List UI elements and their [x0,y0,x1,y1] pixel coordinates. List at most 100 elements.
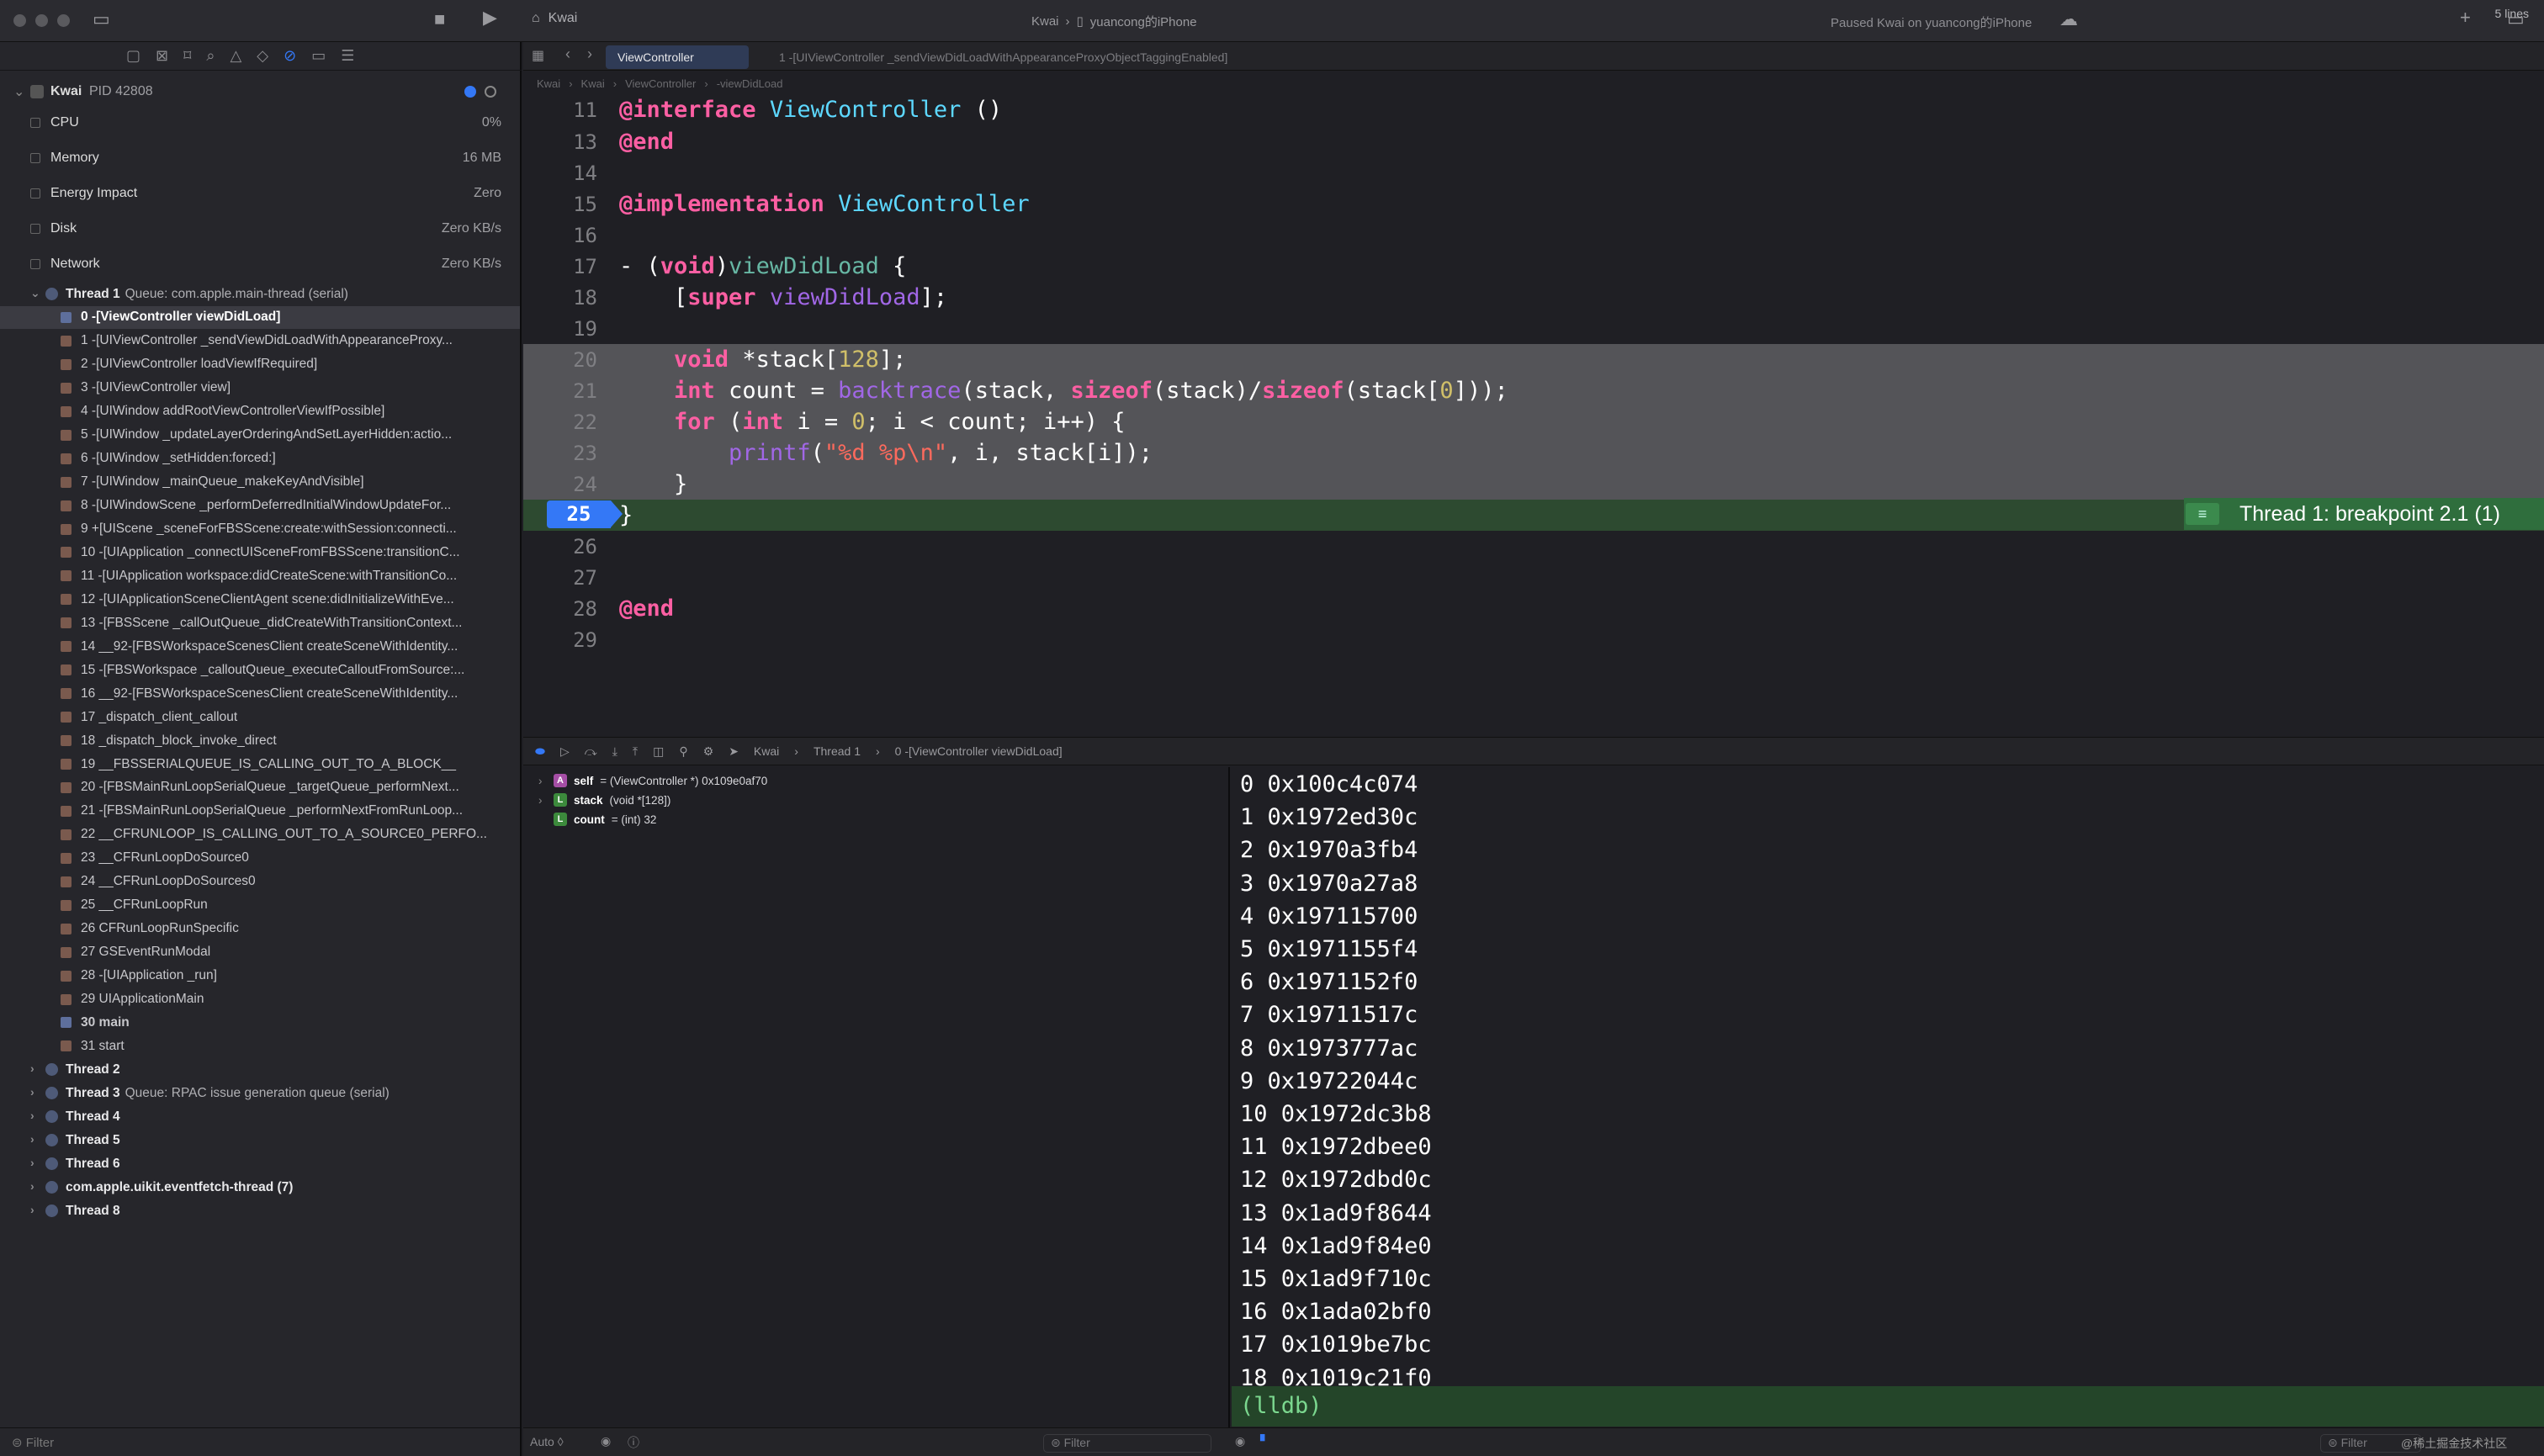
forward-icon[interactable]: › [587,45,592,63]
debug-crumb[interactable]: Thread 1 [814,744,861,758]
debug-crumb[interactable]: 0 -[ViewController viewDidLoad] [895,744,1063,758]
variable-row[interactable]: › Aself = (ViewController *) 0x109e0af70 [538,771,767,790]
navigator-filter[interactable]: ⊜ Filter [0,1427,520,1456]
stack-frame[interactable]: 19 __FBSSERIALQUEUE_IS_CALLING_OUT_TO_A_… [0,753,520,776]
stack-frame[interactable]: 29 UIApplicationMain [0,988,520,1011]
chevron-right-icon[interactable]: › [30,1179,34,1193]
zoom-window-button[interactable] [57,14,70,27]
stack-frame[interactable]: 17 _dispatch_client_callout [0,706,520,728]
stack-frame[interactable]: 20 -[FBSMainRunLoopSerialQueue _targetQu… [0,776,520,799]
variables-view[interactable] [523,767,1230,1427]
debug-icon[interactable]: ⊘ [284,47,296,65]
source-control-icon[interactable]: ⊠ [156,47,168,65]
chevron-right-icon[interactable]: › [538,775,547,787]
stack-frame[interactable]: 13 -[FBSScene _callOutQueue_didCreateWit… [0,612,520,634]
thread-row[interactable]: › Thread 8 [0,1199,520,1222]
gauge-memory[interactable]: Memory 16 MB [0,141,520,175]
trash-icon[interactable]: ▘ [1260,1434,1269,1448]
stop-icon[interactable]: ■ [434,8,445,30]
stack-frame[interactable]: 10 -[UIApplication _connectUISceneFromFB… [0,541,520,564]
tab-frame-1[interactable]: 1 -[UIViewController _sendViewDidLoadWit… [767,45,1239,69]
minimize-window-button[interactable] [35,14,48,27]
report-icon[interactable]: ☰ [341,47,354,65]
stack-frame[interactable]: 22 __CFRUNLOOP_IS_CALLING_OUT_TO_A_SOURC… [0,823,520,846]
gauge-disk[interactable]: Disk Zero KB/s [0,212,520,246]
step-over-icon[interactable]: ⤼ [585,744,597,759]
variables-filter[interactable]: ⊜ Filter [1043,1434,1211,1453]
thread-row[interactable]: › Thread 5 [0,1129,520,1152]
stack-frame[interactable]: 12 -[UIApplicationSceneClientAgent scene… [0,588,520,611]
tab-viewcontroller[interactable]: ViewController [606,45,749,69]
gauge-energy-impact[interactable]: Energy Impact Zero [0,177,520,210]
step-out-icon[interactable]: ⤒ [633,744,638,759]
stack-frame[interactable]: 7 -[UIWindow _mainQueue_makeKeyAndVisibl… [0,471,520,494]
chevron-right-icon[interactable]: › [30,1062,34,1075]
close-window-button[interactable] [13,14,26,27]
stack-frame[interactable]: 11 -[UIApplication workspace:didCreateSc… [0,564,520,587]
stack-frame[interactable]: 21 -[FBSMainRunLoopSerialQueue _performN… [0,800,520,823]
gauge-network[interactable]: Network Zero KB/s [0,247,520,281]
stack-frame[interactable]: 30 main [0,1011,520,1034]
variable-row[interactable]: › Lstack (void *[128]) [538,791,670,809]
stack-frame[interactable]: 15 -[FBSWorkspace _calloutQueue_executeC… [0,659,520,681]
stack-frame[interactable]: 3 -[UIViewController view] [0,377,520,400]
stack-frame[interactable]: 25 __CFRunLoopRun [0,894,520,917]
search-icon[interactable]: ⌕ [206,47,215,65]
breakpoints-toggle-icon[interactable]: ⬬ [535,744,545,759]
scheme-selector[interactable]: Kwai › ▯ yuancong的iPhone [1031,10,1197,32]
stack-frame[interactable]: 14 __92-[FBSWorkspaceScenesClient create… [0,635,520,658]
thread-row[interactable]: › Thread 3 Queue: RPAC issue generation qu… [0,1082,520,1104]
sidebar-toggle-icon[interactable]: ▭ [93,8,110,30]
lldb-prompt[interactable]: (lldb) [1232,1386,2544,1427]
environment-icon[interactable]: ⚙ [703,744,714,759]
run-icon[interactable]: ▶ [483,7,497,29]
info-icon[interactable] [464,86,476,98]
auto-variables-select[interactable]: Auto ◊ [530,1435,564,1448]
bookmark-icon[interactable]: ⌑ [183,47,191,65]
stack-frame[interactable]: 18 _dispatch_block_invoke_direct [0,729,520,752]
stack-frame[interactable]: 5 -[UIWindow _updateLayerOrderingAndSetL… [0,424,520,447]
chevron-right-icon[interactable]: › [30,1109,34,1122]
thread-row[interactable]: › com.apple.uikit.eventfetch-thread (7) [0,1176,520,1199]
stack-frame[interactable]: 27 GSEventRunModal [0,941,520,964]
add-icon[interactable]: + [2460,7,2471,29]
chevron-right-icon[interactable]: › [538,794,547,807]
stack-frame[interactable]: 31 start [0,1035,520,1057]
location-icon[interactable]: ➤ [729,744,739,759]
jump-bar[interactable]: Kwai › Kwai › ViewController › -viewDidLoad [523,72,2544,96]
step-into-icon[interactable]: ⤓ [612,744,617,759]
view-hierarchy-icon[interactable]: ◫ [653,744,664,759]
console-view[interactable] [1232,767,2544,1427]
back-icon[interactable]: ‹ [565,45,570,63]
chevron-down-icon[interactable]: ⌄ [30,286,40,300]
continue-icon[interactable]: ▷ [560,744,570,759]
thread-annotation-icon[interactable]: ≡ [2186,503,2219,525]
stack-frame[interactable]: 16 __92-[FBSWorkspaceScenesClient create… [0,682,520,705]
test-icon[interactable]: ◇ [257,47,268,65]
stack-frame[interactable]: 9 +[UIScene _sceneForFBSScene:create:wit… [0,518,520,541]
thread-row[interactable]: ⌄ Thread 1 Queue: com.apple.main-thread (s… [0,283,520,305]
breakpoint-marker[interactable]: 25 [547,500,623,528]
stack-frame[interactable]: 0 -[ViewController viewDidLoad] [0,305,520,329]
breakpoint-nav-icon[interactable]: ▭ [311,47,326,65]
variable-row[interactable]: Lcount = (int) 32 [538,810,656,829]
thread-row[interactable]: › Thread 6 [0,1152,520,1175]
debug-crumb[interactable]: Kwai [754,744,779,758]
stack-frame[interactable]: 28 -[UIApplication _run] [0,965,520,987]
stack-frame[interactable]: 8 -[UIWindowScene _performDeferredInitia… [0,495,520,517]
chevron-right-icon[interactable]: › [30,1156,34,1169]
chevron-right-icon[interactable]: › [30,1085,34,1099]
stack-frame[interactable]: 26 CFRunLoopRunSpecific [0,918,520,940]
eye-icon[interactable]: ◉ [601,1434,611,1448]
info-icon[interactable]: ⓘ [628,1434,639,1451]
eye-icon[interactable]: ◉ [1235,1434,1245,1448]
chevron-right-icon[interactable]: › [30,1203,34,1216]
share-icon[interactable] [485,86,496,98]
stack-frame[interactable]: 24 __CFRunLoopDoSources0 [0,871,520,893]
thread-row[interactable]: › Thread 4 [0,1105,520,1128]
issue-icon[interactable]: △ [230,47,241,65]
gauge-cpu[interactable]: CPU 0% [0,106,520,140]
process-row[interactable]: ⌄ Kwai PID 42808 [0,77,520,106]
stack-frame[interactable]: 1 -[UIViewController _sendViewDidLoadWit… [0,330,520,352]
stack-frame[interactable]: 23 __CFRunLoopDoSource0 [0,847,520,870]
